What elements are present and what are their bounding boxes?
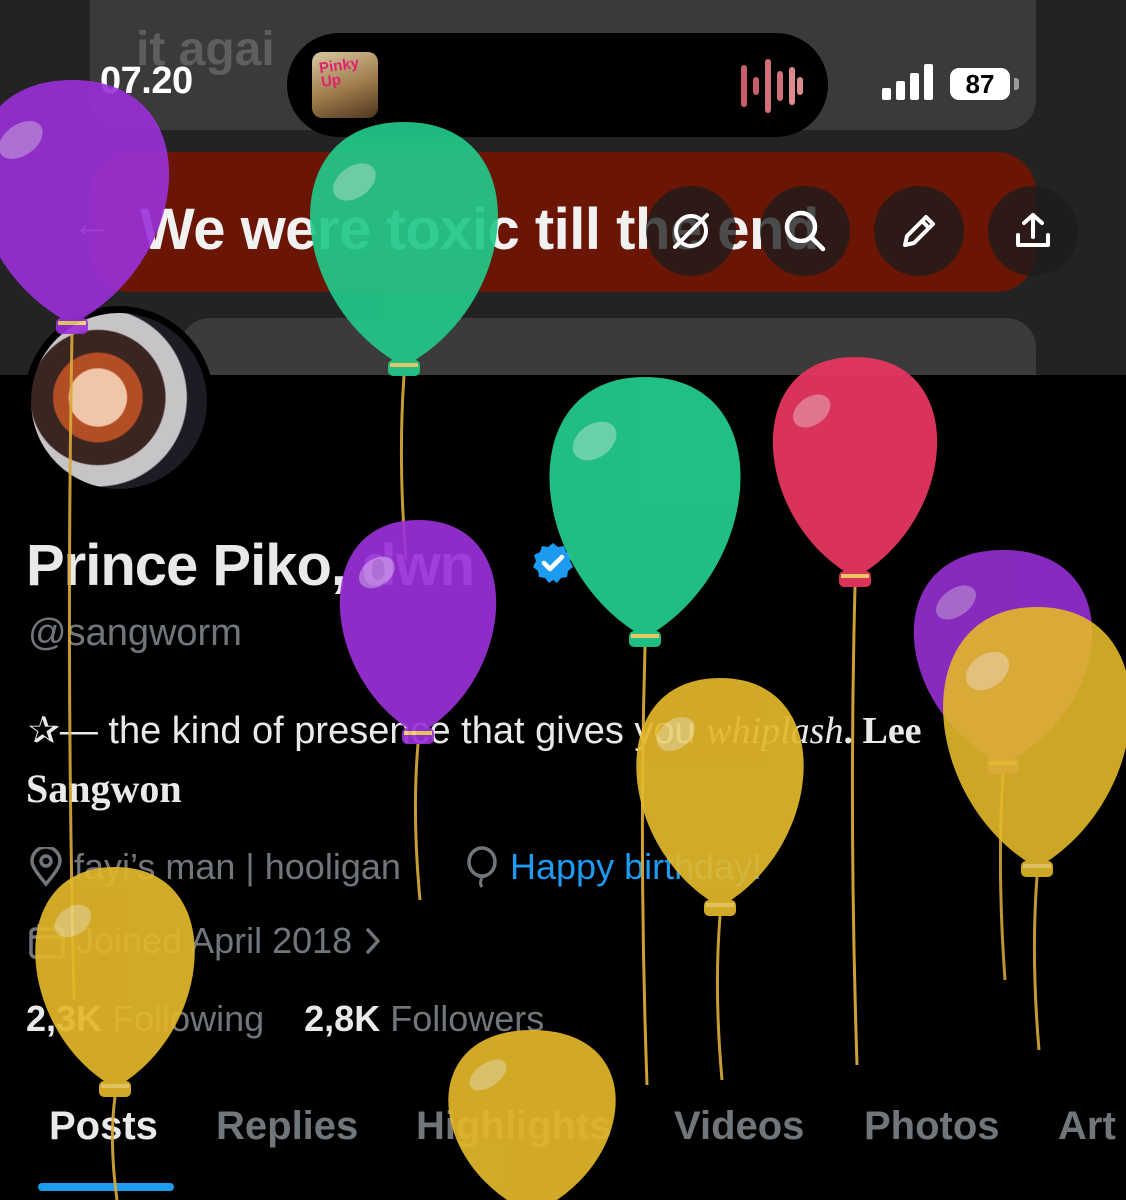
chevron-right-icon [366, 928, 380, 954]
following-link[interactable]: 2,3K Following [26, 998, 264, 1039]
share-upload-icon [1016, 213, 1050, 247]
balloon [943, 607, 1126, 1051]
calendar-icon [29, 924, 65, 959]
location-text: fayi’s man | hooligan [74, 846, 401, 887]
followers-count: 2,8K [304, 998, 381, 1039]
bio-text: ✰— the kind of presence that gives you [28, 710, 707, 752]
balloon-icon [467, 846, 497, 888]
birthday-row[interactable]: Happy birthday! [464, 846, 762, 888]
signal-icon [882, 64, 933, 100]
bio-line-2: Sangwon [26, 766, 182, 811]
tab-highlights[interactable]: Highlights [416, 1104, 612, 1149]
share-button[interactable] [988, 186, 1078, 276]
joined-text: Joined April 2018 [76, 920, 353, 961]
tab-art[interactable]: Art [1058, 1104, 1116, 1149]
search-button[interactable] [760, 186, 850, 276]
status-time: 07.20 [100, 60, 193, 102]
edit-pencil-icon [903, 215, 935, 247]
battery-indicator: 87 [950, 68, 1010, 100]
edit-button[interactable] [874, 186, 964, 276]
tab-posts[interactable]: Posts [49, 1104, 158, 1149]
birthday-text[interactable]: Happy birthday! [510, 846, 762, 888]
location-pin-icon [30, 847, 62, 887]
following-label: Following [112, 998, 265, 1039]
balloon [913, 550, 1093, 981]
battery-tip [1014, 78, 1019, 90]
now-playing-album-art[interactable]: Pinky Up [312, 52, 378, 118]
active-tab-indicator [38, 1183, 174, 1191]
avatar[interactable] [31, 313, 207, 489]
bio-italic: whiplash [706, 710, 844, 752]
grok-icon [673, 213, 709, 249]
grok-button[interactable] [646, 186, 736, 276]
banner-card-bottom [180, 318, 1036, 375]
banner-arrow-icon: ← [72, 202, 112, 246]
album-art-text: Pinky Up [318, 54, 361, 91]
display-name: Prince Piko, dwn [26, 533, 475, 598]
followers-label: Followers [390, 998, 545, 1039]
location-row: fayi’s man | hooligan [28, 846, 401, 888]
tab-photos[interactable]: Photos [864, 1104, 1000, 1149]
verified-badge-icon[interactable] [531, 541, 575, 585]
bio-suffix: . Lee [843, 710, 922, 752]
tab-videos[interactable]: Videos [674, 1104, 804, 1149]
joined-row[interactable]: Joined April 2018 [28, 920, 384, 962]
followers-link[interactable]: 2,8K Followers [304, 998, 544, 1039]
search-icon [784, 210, 826, 252]
bio-line-1: ✰— the kind of presence that gives you w… [28, 708, 922, 753]
following-count: 2,3K [26, 998, 103, 1039]
profile-handle: @sangworm [28, 612, 242, 654]
follow-stats: 2,3K Following 2,8K Followers [26, 998, 544, 1040]
tab-replies[interactable]: Replies [216, 1104, 358, 1149]
audio-wave-icon [741, 59, 803, 113]
